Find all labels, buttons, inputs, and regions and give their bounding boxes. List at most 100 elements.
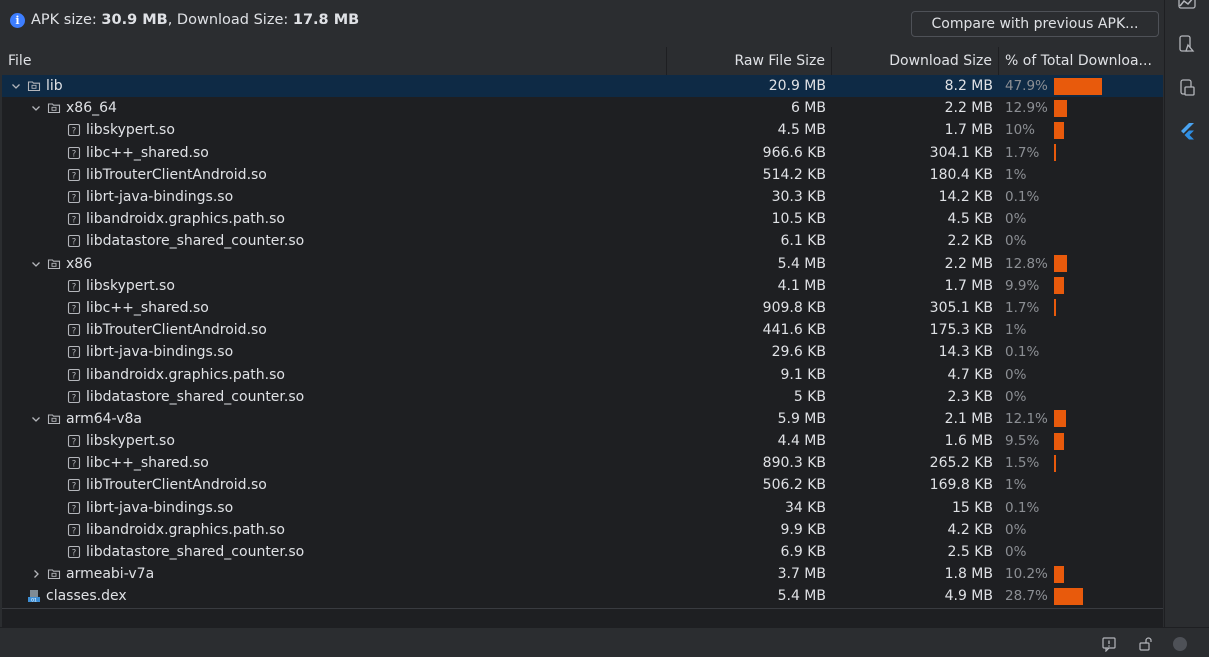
file-cell: ? libdatastore_shared_counter.so — [2, 541, 667, 563]
percent-value: 12.9% — [1005, 100, 1048, 117]
percent-cell: 1.7% — [999, 299, 1163, 317]
chevron-down-icon[interactable] — [29, 257, 43, 271]
column-header-raw-size[interactable]: Raw File Size — [667, 47, 832, 75]
download-size-cell: 175.3 KB — [929, 322, 993, 339]
file-cell: armeabi-v7a — [2, 563, 667, 585]
percent-value: 1% — [1005, 166, 1027, 183]
device-test-icon[interactable] — [1177, 34, 1197, 54]
file-name: libandroidx.graphics.path.so — [86, 211, 285, 228]
file-cell: ? libandroidx.graphics.path.so — [2, 208, 667, 230]
unknown-file-icon: ? — [67, 190, 81, 204]
column-header-download-size[interactable]: Download Size — [832, 47, 999, 75]
column-header-percent[interactable]: % of Total Downloa... — [999, 47, 1163, 75]
table-row[interactable]: 01 classes.dex 5.4 MB 4.9 MB 28.7% — [2, 585, 1163, 607]
svg-text:?: ? — [72, 437, 77, 447]
percent-cell: 1% — [999, 477, 1163, 493]
compare-with-previous-apk-button[interactable]: Compare with previous APK... — [911, 11, 1159, 37]
lock-icon[interactable] — [1138, 636, 1154, 652]
percent-bar — [1054, 144, 1056, 162]
unknown-file-icon: ? — [67, 456, 81, 470]
table-row[interactable]: ? libandroidx.graphics.path.so 9.9 KB 4.2 K… — [2, 519, 1163, 541]
table-row[interactable]: ? libskypert.so 4.4 MB 1.6 MB 9.5% — [2, 430, 1163, 452]
file-cell: ? libskypert.so — [2, 119, 667, 141]
folder-icon — [47, 412, 61, 426]
percent-value: 1% — [1005, 477, 1027, 494]
device-manager-icon[interactable] — [1177, 78, 1197, 98]
table-row[interactable]: ? libc++_shared.so 890.3 KB 265.2 KB 1.5% — [2, 452, 1163, 474]
file-cell: ? librt-java-bindings.so — [2, 341, 667, 363]
file-cell: 01 classes.dex — [2, 585, 667, 607]
download-size-cell: 14.2 KB — [938, 189, 993, 206]
table-row[interactable]: ? libTrouterClientAndroid.so 441.6 KB 175.3… — [2, 319, 1163, 341]
table-row[interactable]: ? libdatastore_shared_counter.so 6.1 KB 2.2… — [2, 230, 1163, 252]
table-row[interactable]: ? libskypert.so 4.1 MB 1.7 MB 9.9% — [2, 275, 1163, 297]
dex-file-icon: 01 — [27, 589, 41, 603]
table-row[interactable]: x86 5.4 MB 2.2 MB 12.8% — [2, 253, 1163, 275]
table-row[interactable]: armeabi-v7a 3.7 MB 1.8 MB 10.2% — [2, 563, 1163, 585]
percent-cell: 0% — [999, 367, 1163, 383]
table-row[interactable]: ? librt-java-bindings.so 29.6 KB 14.3 KB 0.1… — [2, 341, 1163, 363]
table-row[interactable]: ? libskypert.so 4.5 MB 1.7 MB 10% — [2, 119, 1163, 141]
file-name: libskypert.so — [86, 277, 175, 294]
flutter-icon[interactable] — [1177, 121, 1197, 141]
folder-icon — [27, 79, 41, 93]
unknown-file-icon: ? — [67, 390, 81, 404]
file-name: librt-java-bindings.so — [86, 189, 234, 206]
percent-value: 1.5% — [1005, 455, 1040, 472]
percent-cell: 10.2% — [999, 565, 1163, 583]
table-header: File Raw File Size Download Size % of To… — [2, 47, 1163, 76]
file-name: libTrouterClientAndroid.so — [86, 477, 267, 494]
table-row[interactable]: ? libandroidx.graphics.path.so 9.1 KB 4.7 K… — [2, 363, 1163, 385]
unknown-file-icon: ? — [67, 168, 81, 182]
download-size-cell: 14.3 KB — [938, 344, 993, 361]
percent-value: 9.9% — [1005, 277, 1040, 294]
chevron-down-icon[interactable] — [9, 79, 23, 93]
chevron-down-icon[interactable] — [29, 412, 43, 426]
file-cell: arm64-v8a — [2, 408, 667, 430]
table-row[interactable]: arm64-v8a 5.9 MB 2.1 MB 12.1% — [2, 408, 1163, 430]
svg-text:?: ? — [72, 216, 77, 226]
folder-icon — [47, 101, 61, 115]
table-row[interactable]: ? libdatastore_shared_counter.so 5 KB 2.3 K… — [2, 386, 1163, 408]
file-name: libdatastore_shared_counter.so — [86, 233, 305, 250]
percent-value: 0% — [1005, 233, 1027, 250]
horizontal-scrollbar[interactable] — [2, 608, 1163, 627]
percent-cell: 1.5% — [999, 454, 1163, 472]
chevron-right-icon[interactable] — [29, 567, 43, 581]
file-cell: ? libskypert.so — [2, 275, 667, 297]
table-row[interactable]: ? libc++_shared.so 966.6 KB 304.1 KB 1.7% — [2, 142, 1163, 164]
chevron-down-icon[interactable] — [29, 101, 43, 115]
table-row[interactable]: ? libdatastore_shared_counter.so 6.9 KB 2.5… — [2, 541, 1163, 563]
table-row[interactable]: ? libandroidx.graphics.path.so 10.5 KB 4.5 … — [2, 208, 1163, 230]
percent-cell: 0% — [999, 211, 1163, 227]
percent-value: 0% — [1005, 544, 1027, 561]
table-row[interactable]: lib 20.9 MB 8.2 MB 47.9% — [2, 75, 1163, 98]
table-row[interactable]: x86_64 6 MB 2.2 MB 12.9% — [2, 97, 1163, 119]
chart-icon[interactable] — [1177, 0, 1197, 12]
file-name: libskypert.so — [86, 433, 175, 450]
table-row[interactable]: ? libTrouterClientAndroid.so 514.2 KB 180.4… — [2, 164, 1163, 186]
download-size-cell: 1.6 MB — [944, 433, 993, 450]
raw-size-cell: 6.1 KB — [780, 233, 827, 250]
raw-size-cell: 5.4 MB — [777, 255, 826, 272]
percent-bar — [1054, 277, 1064, 295]
table-row[interactable]: ? libTrouterClientAndroid.so 506.2 KB 169.8… — [2, 474, 1163, 496]
svg-text:?: ? — [72, 304, 77, 314]
svg-text:?: ? — [72, 238, 77, 248]
table-row[interactable]: ? librt-java-bindings.so 30.3 KB 14.2 KB 0.1… — [2, 186, 1163, 208]
notification-icon[interactable] — [1101, 636, 1117, 653]
svg-text:?: ? — [72, 548, 77, 558]
table-row[interactable]: ? librt-java-bindings.so 34 KB 15 KB 0.1% — [2, 497, 1163, 519]
column-header-file[interactable]: File — [2, 47, 667, 75]
raw-size-cell: 30.3 KB — [771, 189, 826, 206]
percent-value: 0.1% — [1005, 499, 1040, 516]
apk-file-table: File Raw File Size Download Size % of To… — [2, 47, 1163, 627]
percent-bar — [1054, 587, 1083, 605]
percent-value: 47.9% — [1005, 78, 1048, 95]
download-size-cell: 4.5 KB — [947, 211, 994, 228]
table-row[interactable]: ? libc++_shared.so 909.8 KB 305.1 KB 1.7% — [2, 297, 1163, 319]
